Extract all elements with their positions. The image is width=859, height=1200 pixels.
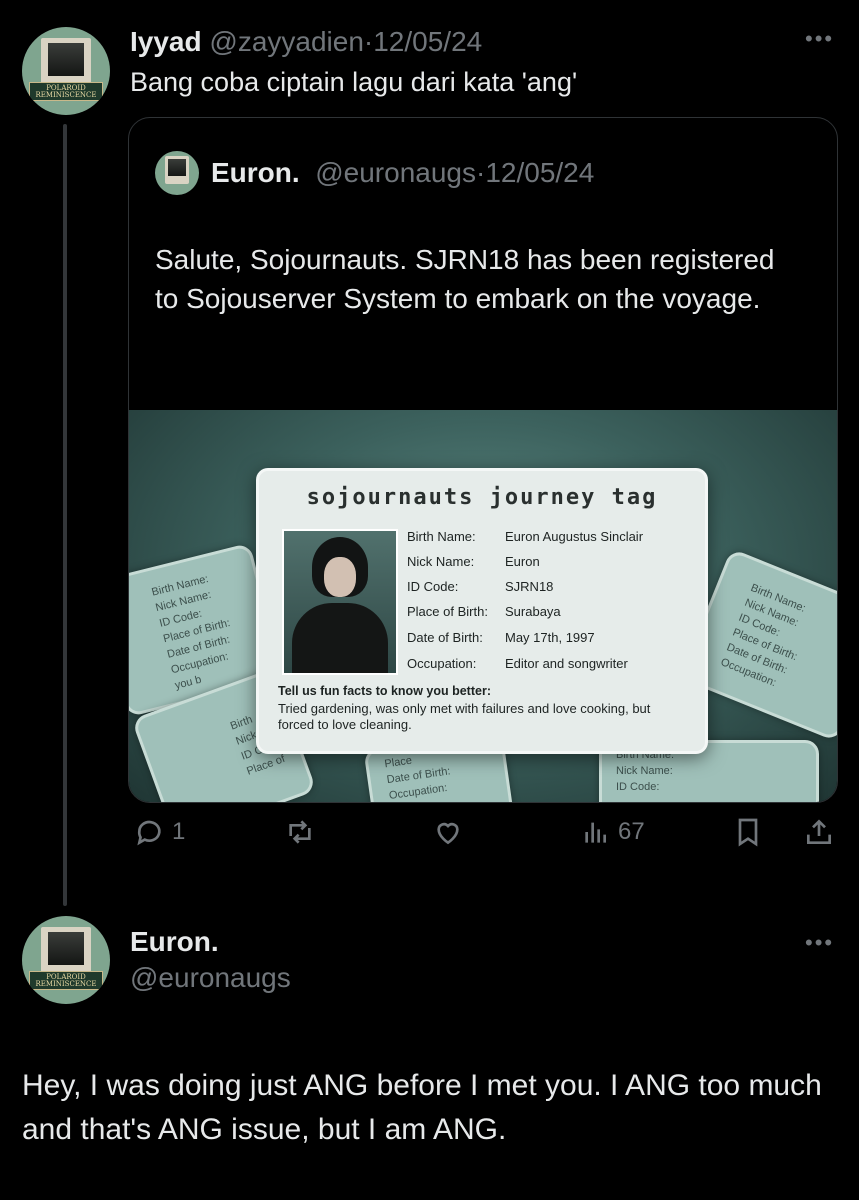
share-button[interactable] xyxy=(803,816,835,848)
views-count: 67 xyxy=(618,818,645,845)
avatar-logo-text: POLAROID REMINISCENCE xyxy=(29,970,103,990)
tweet-text: Bang coba ciptain lagu dari kata 'ang' xyxy=(130,67,578,97)
handle[interactable]: @euronaugs xyxy=(130,962,291,994)
id-field-birth-name: Birth Name: Euron Augustus Sinclair xyxy=(407,529,644,544)
quote-text: Salute, Sojournauts. SJRN18 has been reg… xyxy=(155,244,775,314)
avatar[interactable]: POLAROID REMINISCENCE xyxy=(22,27,110,115)
avatar-logo-text: POLAROID REMINISCENCE xyxy=(29,81,103,101)
id-field-place-of-birth: Place of Birth: Surabaya xyxy=(407,604,561,619)
avatar-photo xyxy=(168,158,186,176)
share-icon xyxy=(807,819,831,844)
reply-count: 1 xyxy=(172,818,186,845)
retweet-button[interactable] xyxy=(284,816,316,848)
tweet-text: Hey, I was doing just ANG before I met y… xyxy=(22,1069,822,1146)
dot-separator: · xyxy=(476,157,486,188)
handle[interactable]: @zayyadien xyxy=(209,26,364,57)
tweet-header: Iyyad @zayyadien·12/05/24 xyxy=(130,26,482,58)
like-icon xyxy=(437,822,459,845)
views-icon xyxy=(585,822,606,843)
display-name[interactable]: Euron. xyxy=(130,926,219,958)
reply-icon xyxy=(137,820,161,846)
timestamp[interactable]: 12/05/24 xyxy=(373,26,482,57)
reply-button[interactable]: 1 xyxy=(134,816,185,848)
id-field-occupation: Occupation: Editor and songwriter xyxy=(407,656,628,671)
display-name[interactable]: Iyyad xyxy=(130,26,202,57)
like-button[interactable] xyxy=(432,816,464,848)
id-card: sojournauts journey tag Birth Name: Euron… xyxy=(256,468,708,754)
display-name[interactable]: Euron. xyxy=(211,157,300,189)
bookmark-button[interactable] xyxy=(732,816,764,848)
quote-header: Euron. @euronaugs · 12/05/24 xyxy=(155,151,594,195)
id-card-photo xyxy=(282,529,398,675)
views-button[interactable]: 67 xyxy=(580,816,645,848)
avatar-photo xyxy=(48,931,84,966)
id-field-id-code: ID Code: SJRN18 xyxy=(407,579,554,594)
dot-separator: · xyxy=(363,26,374,57)
avatar[interactable]: POLAROID REMINISCENCE xyxy=(22,916,110,1004)
more-horizontal-icon[interactable]: ••• xyxy=(805,930,834,956)
id-field-date-of-birth: Date of Birth: May 17th, 1997 xyxy=(407,630,595,645)
id-card-title: sojournauts journey tag xyxy=(306,485,658,510)
more-horizontal-icon[interactable]: ••• xyxy=(805,26,834,52)
handle[interactable]: @euronaugs xyxy=(315,157,476,189)
action-bar: 1 67 xyxy=(0,816,859,860)
thread-line xyxy=(63,124,67,906)
avatar-photo xyxy=(48,42,84,77)
retweet-icon xyxy=(289,820,311,844)
timestamp[interactable]: 12/05/24 xyxy=(485,157,594,189)
bookmark-icon xyxy=(738,818,758,847)
quoted-tweet[interactable]: Euron. @euronaugs · 12/05/24 Salute, Sojou… xyxy=(128,117,838,803)
avatar[interactable] xyxy=(155,151,199,195)
fun-facts-text: Tried gardening, was only met with failu… xyxy=(278,701,651,732)
fun-facts-label: Tell us fun facts to know you better: xyxy=(278,684,491,698)
media-image[interactable]: Birth Name: Nick Name: ID Code: Place of… xyxy=(129,410,837,802)
id-field-nick-name: Nick Name: Euron xyxy=(407,554,540,569)
